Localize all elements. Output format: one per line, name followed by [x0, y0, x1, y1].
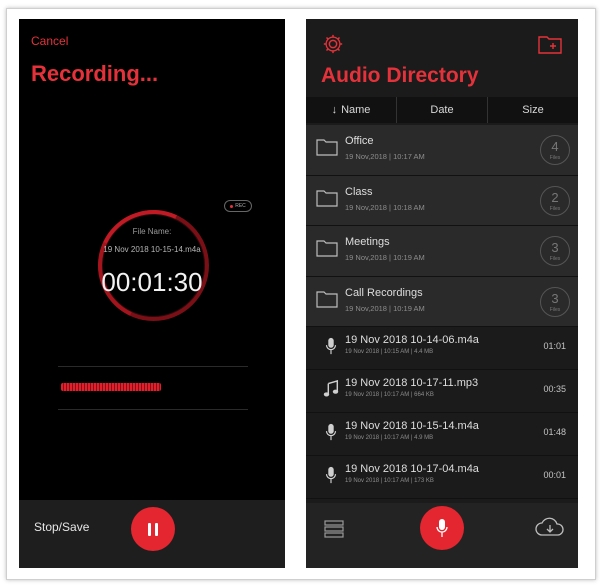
file-count-badge: 2 Files [540, 185, 570, 216]
folder-date: 19 Nov,2018 | 10:19 AM [345, 303, 425, 313]
file-duration: 01:01 [543, 341, 566, 351]
file-name: 19 Nov 2018 10-17-11.mp3 [345, 377, 479, 389]
folder-name: Class [345, 185, 373, 198]
stop-save-button[interactable]: Stop/Save [34, 520, 89, 534]
waveform [61, 383, 161, 391]
rec-badge: REC [224, 200, 252, 212]
pause-icon [148, 522, 151, 536]
file-count: 2 [551, 189, 559, 205]
audio-file-row[interactable]: 19 Nov 2018 10-14-06.m4a 19 Nov 2018 | 1… [306, 327, 578, 370]
recording-progress-arc [82, 194, 225, 337]
audio-file-row[interactable]: 19 Nov 2018 10-17-11.mp3 19 Nov 2018 | 1… [306, 370, 578, 413]
file-count-unit: Files [549, 155, 561, 161]
recording-screen: Cancel Recording... REC File Name: 19 No… [19, 19, 285, 568]
folder-row[interactable]: Call Recordings 19 Nov,2018 | 10:19 AM 3… [306, 276, 578, 327]
file-count-badge: 3 Files [540, 236, 570, 266]
directory-list: Office 19 Nov,2018 | 10:17 AM 4 Files Cla… [306, 125, 578, 499]
recording-title: Recording... [31, 61, 159, 86]
sort-size-label: Size [522, 104, 544, 116]
gear-icon[interactable] [322, 33, 344, 55]
file-name-value: 19 Nov 2018 10-15-14.m4a [103, 245, 201, 254]
audio-file-row[interactable]: 19 Nov 2018 10-15-14.m4a 19 Nov 2018 | 1… [306, 413, 578, 456]
folder-name: Call Recordings [345, 286, 423, 299]
file-count: 4 [551, 139, 559, 154]
folder-name: Office [345, 135, 374, 147]
cloud-download-icon[interactable] [535, 517, 565, 537]
rec-dot-icon [230, 204, 234, 208]
list-icon[interactable] [324, 519, 344, 539]
mic-icon [436, 519, 448, 537]
file-meta: 19 Nov 2018 | 10:17 AM | 173 KB [345, 478, 434, 484]
file-name: 19 Nov 2018 10-14-06.m4a [345, 334, 479, 346]
file-name-label: File Name: [132, 227, 172, 236]
file-count-unit: Files [549, 205, 561, 212]
file-count: 3 [551, 240, 559, 255]
folder-icon [316, 240, 338, 257]
file-count-badge: 4 Files [540, 135, 570, 165]
record-button[interactable] [420, 506, 464, 550]
folder-icon [316, 139, 338, 156]
sort-bar: ↓ Name Date Size [306, 97, 578, 123]
arrow-down-icon: ↓ [331, 104, 338, 116]
audio-directory-screen: Audio Directory ↓ Name Date Size Office … [306, 19, 578, 568]
audio-file-row[interactable]: 19 Nov 2018 10-17-04.m4a 19 Nov 2018 | 1… [306, 456, 578, 499]
file-name: 19 Nov 2018 10-15-14.m4a [345, 420, 479, 432]
sort-by-date[interactable]: Date [397, 97, 488, 123]
mic-icon [325, 466, 337, 484]
file-duration: 00:01 [543, 470, 566, 480]
mic-icon [325, 423, 337, 441]
folder-name: Meetings [345, 236, 390, 248]
file-meta: 19 Nov 2018 | 10:15 AM | 4.4 MB [345, 349, 434, 355]
sort-date-label: Date [430, 104, 454, 116]
file-count-badge: 3 Files [540, 286, 570, 317]
pause-button[interactable] [131, 507, 175, 551]
music-note-icon [323, 380, 339, 397]
file-duration: 01:48 [543, 427, 566, 437]
sort-name-label: Name [341, 104, 371, 116]
folder-date: 19 Nov,2018 | 10:18 AM [345, 202, 425, 212]
recording-timer: 00:01:30 [101, 267, 203, 297]
file-meta: 19 Nov 2018 | 10:17 AM | 664 KB [345, 392, 434, 398]
folder-date: 19 Nov,2018 | 10:19 AM [345, 253, 425, 262]
folder-row[interactable]: Class 19 Nov,2018 | 10:18 AM 2 Files [306, 175, 578, 226]
mic-icon [325, 337, 337, 355]
file-meta: 19 Nov 2018 | 10:17 AM | 4.9 MB [345, 435, 434, 441]
file-name: 19 Nov 2018 10-17-04.m4a [345, 463, 479, 475]
cancel-button[interactable]: Cancel [31, 34, 68, 48]
file-count: 3 [551, 290, 559, 306]
folder-icon [316, 290, 338, 308]
file-duration: 00:35 [543, 384, 566, 394]
folder-row[interactable]: Meetings 19 Nov,2018 | 10:19 AM 3 Files [306, 226, 578, 277]
file-count-unit: Files [549, 256, 561, 262]
folder-icon [316, 189, 338, 207]
rec-badge-label: REC [235, 203, 246, 209]
page-title: Audio Directory [321, 64, 479, 87]
sort-by-size[interactable]: Size [488, 97, 578, 123]
pause-icon-bar [155, 522, 158, 536]
folder-row[interactable]: Office 19 Nov,2018 | 10:17 AM 4 Files [306, 125, 578, 176]
folder-date: 19 Nov,2018 | 10:17 AM [345, 152, 425, 161]
new-folder-icon[interactable] [538, 34, 562, 54]
sort-by-name[interactable]: ↓ Name [306, 97, 397, 123]
file-count-unit: Files [549, 306, 561, 313]
